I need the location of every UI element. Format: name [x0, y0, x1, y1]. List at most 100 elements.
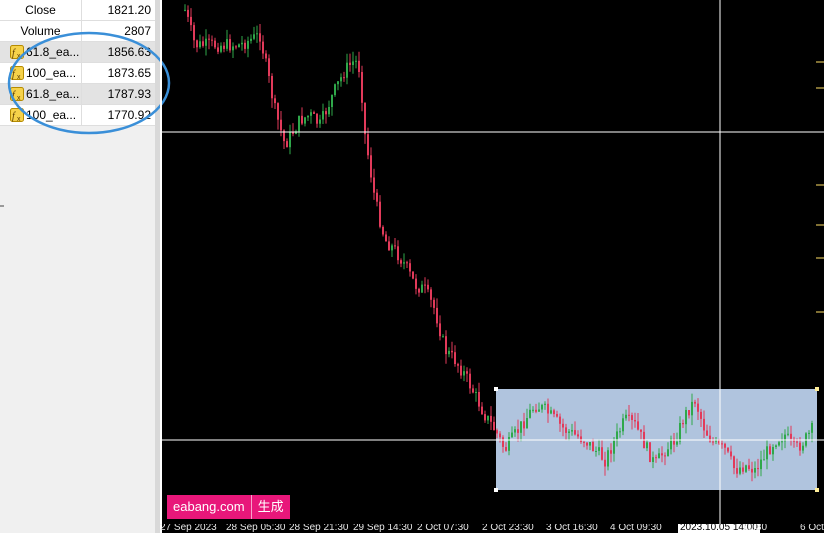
candle-body: [622, 418, 624, 432]
candle-body: [481, 406, 483, 415]
brand-badge: eabang.com 生成: [167, 495, 290, 519]
candle-body: [301, 115, 303, 124]
candle-body: [289, 131, 291, 148]
candle-body: [628, 414, 630, 416]
candle-body: [466, 371, 468, 374]
candle-body: [730, 451, 732, 457]
candle-body: [559, 416, 561, 424]
candle-body: [463, 371, 465, 376]
candle-body: [778, 442, 780, 446]
range-rect-handle-bl[interactable]: [494, 488, 498, 492]
candle-body: [493, 421, 495, 431]
candle-body: [655, 457, 657, 459]
candle-body: [634, 420, 636, 422]
candle-body: [307, 115, 309, 118]
candle-body: [712, 441, 714, 443]
candle-body: [547, 403, 549, 414]
candle-body: [697, 403, 699, 412]
candle-body: [598, 447, 600, 451]
candle-body: [808, 432, 810, 434]
candle-body: [661, 453, 663, 456]
candle-body: [394, 245, 396, 247]
candle-body: [601, 447, 603, 460]
candle-body: [298, 115, 300, 132]
range-rect-handle-br[interactable]: [815, 488, 819, 492]
candle-body: [583, 441, 585, 443]
candle-body: [247, 40, 249, 49]
candle-body: [322, 111, 324, 120]
candle-body: [769, 446, 771, 455]
chart-canvas[interactable]: [160, 0, 824, 533]
candle-body: [376, 192, 378, 202]
candle-body: [544, 403, 546, 405]
candle-body: [208, 38, 210, 40]
candle-body: [457, 364, 459, 366]
candle-body: [268, 58, 270, 76]
candle-body: [358, 60, 360, 72]
candle-body: [328, 107, 330, 115]
time-axis: 27 Sep 2023 28 Sep 05:30 28 Sep 21:30 29 Se…: [160, 524, 824, 533]
time-axis-label: 4 Oct 09:30: [610, 524, 662, 533]
candle-body: [325, 111, 327, 115]
candle-body: [541, 404, 543, 410]
candle-body: [775, 445, 777, 447]
candle-body: [688, 410, 690, 416]
candle-body: [454, 352, 456, 364]
candle-body: [250, 38, 252, 41]
panel-splitter-grip[interactable]: [0, 205, 4, 207]
candle-body: [472, 388, 474, 393]
candle-body: [478, 392, 480, 407]
candle-body: [409, 263, 411, 272]
candle-body: [184, 9, 186, 11]
candle-body: [406, 262, 408, 264]
candle-body: [760, 459, 762, 470]
candle-body: [574, 430, 576, 435]
price-chart[interactable]: [160, 0, 824, 533]
candle-body: [517, 429, 519, 433]
candle-body: [388, 241, 390, 251]
candle-body: [766, 446, 768, 460]
candle-body: [430, 289, 432, 300]
candle-body: [202, 41, 204, 46]
candle-body: [439, 323, 441, 337]
candle-body: [367, 134, 369, 156]
candle-body: [241, 42, 243, 45]
candle-body: [355, 60, 357, 62]
candle-body: [280, 119, 282, 131]
range-rect-handle-tr[interactable]: [815, 387, 819, 391]
brand-name: eabang.com: [173, 499, 245, 514]
candle-body: [451, 350, 453, 353]
candle-body: [640, 429, 642, 432]
candle-body: [679, 423, 681, 442]
time-axis-label: 28 Sep 21:30: [289, 524, 349, 533]
candle-body: [469, 373, 471, 389]
candle-body: [418, 288, 420, 293]
candle-body: [652, 457, 654, 462]
candle-body: [199, 41, 201, 48]
time-axis-label: 6 Oct: [800, 524, 824, 533]
candle-body: [682, 423, 684, 425]
candle-body: [526, 418, 528, 429]
candle-body: [385, 234, 387, 242]
candle-body: [487, 415, 489, 421]
candle-body: [802, 445, 804, 451]
candle-body: [343, 77, 345, 79]
candle-body: [244, 42, 246, 49]
candle-body: [520, 421, 522, 433]
candle-body: [499, 433, 501, 438]
range-rect-handle-tl[interactable]: [494, 387, 498, 391]
candle-body: [427, 284, 429, 290]
candle-body: [610, 450, 612, 454]
time-axis-label: 3 Oct 16:30: [546, 524, 598, 533]
time-axis-label: 10:30: [742, 524, 768, 533]
candle-body: [796, 441, 798, 443]
candle-body: [223, 45, 225, 49]
candle-body: [505, 447, 507, 451]
candle-body: [664, 455, 666, 457]
candle-body: [667, 449, 669, 457]
candle-body: [220, 45, 222, 52]
data-window-row-name: Close: [0, 0, 82, 21]
candle-body: [592, 442, 594, 452]
candle-body: [391, 245, 393, 251]
candle-body: [694, 401, 696, 404]
